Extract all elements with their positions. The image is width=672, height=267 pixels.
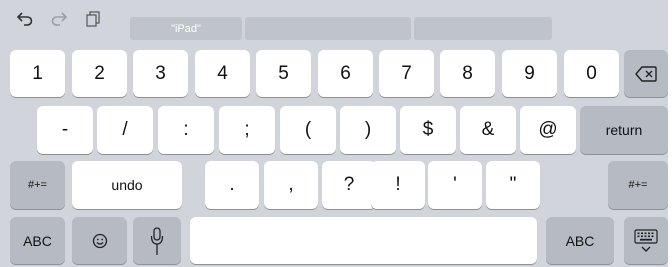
abc-left-key-label: ABC (23, 232, 52, 249)
key-2[interactable]: 2 (72, 50, 127, 97)
key-quote[interactable]: " (486, 161, 540, 209)
paste-icon[interactable] (82, 8, 104, 30)
abc-right-key-label: ABC (565, 232, 595, 249)
key-ampersand[interactable]: & (460, 106, 516, 154)
key-question[interactable]: ? (322, 161, 376, 209)
suggestion-2[interactable] (245, 17, 411, 40)
key-ampersand-label: & (481, 119, 495, 140)
undo-key-label: undo (111, 177, 143, 193)
key-colon[interactable]: : (158, 106, 214, 154)
key-1[interactable]: 1 (10, 50, 65, 97)
key-0-label: 0 (586, 62, 597, 84)
key-question-label: ? (343, 174, 355, 195)
key-8[interactable]: 8 (440, 50, 495, 97)
emoji-icon (92, 233, 107, 248)
key-open-paren-label: ( (304, 119, 312, 140)
key-period[interactable]: . (205, 161, 259, 209)
dictation-key[interactable] (133, 217, 181, 264)
keyboard-toolbar: "iPad" (0, 0, 668, 42)
abc-right-key[interactable]: ABC (546, 217, 614, 264)
key-1-label: 1 (32, 62, 43, 84)
key-comma-label: , (288, 174, 294, 195)
key-comma[interactable]: , (264, 161, 318, 209)
key-colon-label: : (183, 119, 189, 140)
keyboard: "iPad" 1 2 3 4 5 6 7 8 9 0 - / : ; ( ) $… (0, 0, 668, 267)
key-at-label: @ (538, 119, 558, 140)
key-exclamation[interactable]: ! (371, 161, 425, 209)
key-9[interactable]: 9 (502, 50, 557, 97)
shift-symbols-left-label: #+= (28, 179, 47, 191)
delete-key[interactable] (624, 50, 668, 97)
key-dash[interactable]: - (37, 106, 93, 154)
key-slash-label: / (122, 119, 128, 140)
key-apostrophe-label: ' (453, 174, 457, 195)
key-close-paren-label: ) (364, 119, 372, 140)
key-4[interactable]: 4 (195, 50, 250, 97)
key-period-label: . (229, 174, 235, 195)
emoji-key[interactable] (72, 217, 127, 264)
shift-symbols-left-key[interactable]: #+= (10, 161, 65, 209)
return-key-label: return (605, 122, 643, 138)
key-0[interactable]: 0 (564, 50, 619, 97)
key-8-label: 8 (462, 62, 473, 84)
key-dollar-label: $ (422, 119, 434, 140)
key-3-label: 3 (155, 62, 166, 84)
key-at[interactable]: @ (520, 106, 576, 154)
hide-keyboard-key[interactable] (624, 217, 668, 264)
key-4-label: 4 (217, 62, 228, 84)
key-dollar[interactable]: $ (400, 106, 456, 154)
key-semicolon[interactable]: ; (219, 106, 275, 154)
key-open-paren[interactable]: ( (280, 106, 336, 154)
key-exclamation-label: ! (395, 174, 401, 195)
space-key[interactable] (190, 217, 537, 264)
suggestion-3[interactable] (414, 17, 552, 40)
key-slash[interactable]: / (97, 106, 153, 154)
key-quote-label: " (509, 174, 517, 195)
key-close-paren[interactable]: ) (340, 106, 396, 154)
key-dash-label: - (61, 119, 69, 140)
undo-key[interactable]: undo (72, 161, 182, 209)
key-7-label: 7 (401, 62, 412, 84)
key-semicolon-label: ; (244, 119, 250, 140)
undo-icon[interactable] (14, 8, 36, 30)
shift-symbols-right-key[interactable]: #+= (608, 161, 668, 209)
key-3[interactable]: 3 (133, 50, 188, 97)
key-5[interactable]: 5 (256, 50, 311, 97)
key-5-label: 5 (278, 62, 289, 84)
keyboard-hide-icon (634, 228, 658, 252)
key-6-label: 6 (340, 62, 351, 84)
key-9-label: 9 (524, 62, 535, 84)
suggestion-1[interactable]: "iPad" (130, 17, 242, 40)
return-key[interactable]: return (580, 106, 668, 154)
suggestion-1-label: "iPad" (171, 22, 201, 35)
redo-icon[interactable] (48, 8, 70, 30)
backspace-icon (635, 65, 657, 82)
key-6[interactable]: 6 (318, 50, 373, 97)
key-7[interactable]: 7 (379, 50, 434, 97)
shift-symbols-right-label: #+= (628, 179, 648, 191)
key-2-label: 2 (94, 62, 105, 84)
abc-left-key[interactable]: ABC (10, 217, 65, 264)
microphone-icon (150, 226, 164, 255)
key-apostrophe[interactable]: ' (428, 161, 482, 209)
